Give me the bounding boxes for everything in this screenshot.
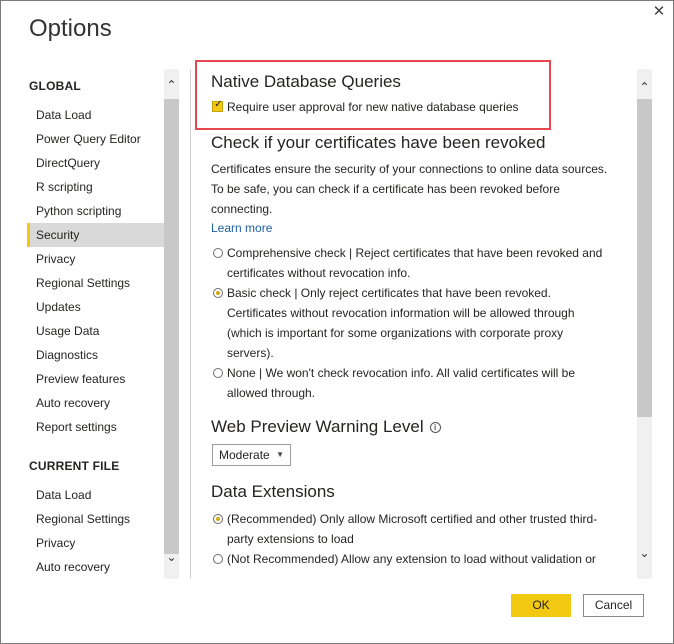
sidebar-header-current-file: CURRENT FILE	[29, 459, 120, 473]
panel-divider	[190, 69, 191, 579]
sidebar-header-global: GLOBAL	[29, 79, 81, 93]
sidebar-item-report-settings[interactable]: Report settings	[27, 415, 164, 439]
basic-check-label: Basic check | Only reject certificates t…	[227, 286, 575, 360]
sidebar-item-updates[interactable]: Updates	[27, 295, 164, 319]
sidebar-item-current-auto-recovery[interactable]: Auto recovery	[27, 555, 164, 579]
recommended-extensions-label: (Recommended) Only allow Microsoft certi…	[227, 512, 598, 546]
content-scrollbar[interactable]: ⌃ ⌄	[637, 69, 652, 579]
sidebar-item-data-load[interactable]: Data Load	[27, 103, 164, 127]
sidebar-scroll-down-icon[interactable]: ⌄	[164, 547, 179, 567]
sidebar-item-regional-settings[interactable]: Regional Settings	[27, 271, 164, 295]
dialog-title: Options	[29, 15, 112, 42]
content-scroll-down-icon[interactable]: ⌄	[637, 543, 652, 563]
sidebar-item-current-regional-settings[interactable]: Regional Settings	[27, 507, 164, 531]
recommended-extensions-radio[interactable]	[213, 514, 223, 524]
cert-option-comprehensive: Comprehensive check | Reject certificate…	[211, 243, 621, 283]
content-scroll-thumb[interactable]	[637, 99, 652, 417]
chevron-down-icon: ▼	[276, 450, 284, 459]
learn-more-link[interactable]: Learn more	[211, 221, 272, 235]
sidebar-item-privacy[interactable]: Privacy	[27, 247, 164, 271]
sidebar-scrollbar[interactable]: ⌃ ⌄	[164, 69, 179, 579]
sidebar-item-directquery[interactable]: DirectQuery	[27, 151, 164, 175]
cert-revocation-description: Certificates ensure the security of your…	[211, 162, 608, 216]
data-extensions-heading: Data Extensions	[211, 482, 335, 501]
info-icon[interactable]: i	[429, 422, 441, 434]
sidebar-item-r-scripting[interactable]: R scripting	[27, 175, 164, 199]
no-check-radio[interactable]	[213, 368, 223, 378]
native-db-queries-highlight	[195, 60, 551, 130]
web-preview-level-select[interactable]: Moderate ▼	[212, 444, 291, 466]
sidebar-item-auto-recovery[interactable]: Auto recovery	[27, 391, 164, 415]
sidebar-scroll-thumb[interactable]	[164, 99, 179, 554]
sidebar-item-current-data-load[interactable]: Data Load	[27, 483, 164, 507]
comprehensive-check-label: Comprehensive check | Reject certificate…	[227, 246, 603, 280]
security-settings-panel: Native Database Queries ✓ Require user a…	[211, 69, 631, 579]
web-preview-heading-text: Web Preview Warning Level	[211, 417, 424, 436]
cancel-button[interactable]: Cancel	[583, 594, 644, 617]
sidebar-item-preview-features[interactable]: Preview features	[27, 367, 164, 391]
ok-button[interactable]: OK	[511, 594, 571, 617]
web-preview-heading: Web Preview Warning Level i	[211, 417, 441, 437]
sidebar-item-current-privacy[interactable]: Privacy	[27, 531, 164, 555]
content-scroll-up-icon[interactable]: ⌃	[637, 77, 652, 97]
sidebar-item-diagnostics[interactable]: Diagnostics	[27, 343, 164, 367]
sidebar: GLOBAL Data Load Power Query Editor Dire…	[27, 69, 179, 579]
any-extension-label: (Not Recommended) Allow any extension to…	[227, 552, 596, 566]
sidebar-item-power-query-editor[interactable]: Power Query Editor	[27, 127, 164, 151]
close-icon[interactable]: ✕	[647, 1, 671, 23]
any-extension-radio[interactable]	[213, 554, 223, 564]
cert-option-none: None | We won't check revocation info. A…	[211, 363, 621, 403]
web-preview-level-value: Moderate	[219, 448, 270, 462]
cert-revocation-heading: Check if your certificates have been rev…	[211, 133, 546, 152]
no-check-label: None | We won't check revocation info. A…	[227, 366, 576, 400]
extension-option-not-recommended: (Not Recommended) Allow any extension to…	[211, 549, 621, 579]
basic-check-radio[interactable]	[213, 288, 223, 298]
sidebar-scroll-up-icon[interactable]: ⌃	[164, 75, 179, 95]
cert-option-basic: Basic check | Only reject certificates t…	[211, 283, 621, 363]
sidebar-item-usage-data[interactable]: Usage Data	[27, 319, 164, 343]
extension-option-recommended: (Recommended) Only allow Microsoft certi…	[211, 509, 621, 549]
sidebar-item-security[interactable]: Security	[27, 223, 164, 247]
comprehensive-check-radio[interactable]	[213, 248, 223, 258]
sidebar-item-python-scripting[interactable]: Python scripting	[27, 199, 164, 223]
options-dialog: ✕ Options GLOBAL Data Load Power Query E…	[0, 0, 674, 644]
